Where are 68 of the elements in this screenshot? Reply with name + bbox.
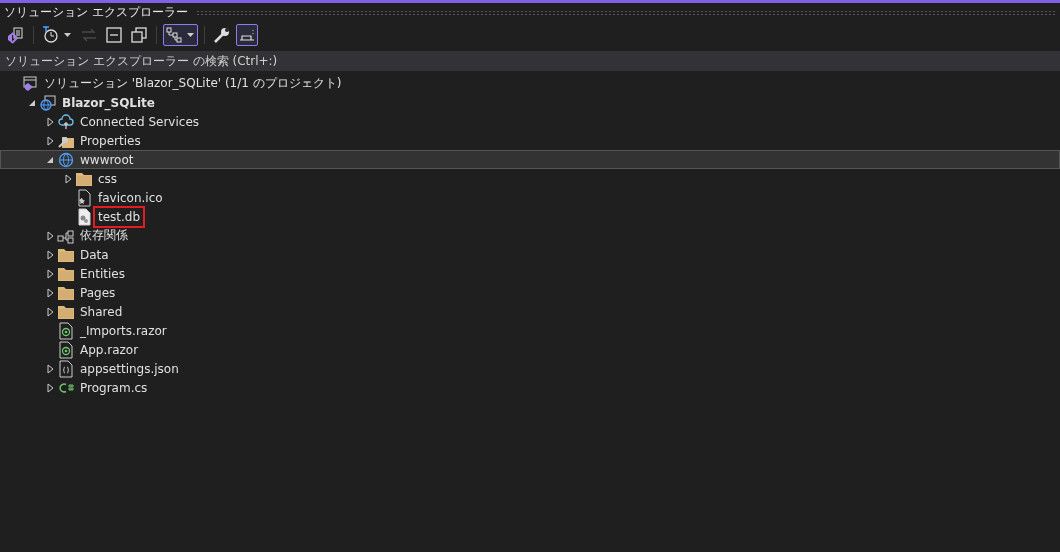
item-label: Connected Services [79, 114, 201, 129]
collapsed-arrow-icon[interactable] [46, 116, 54, 127]
item-label: Pages [79, 285, 117, 300]
item-label: Blazor_SQLite [61, 95, 156, 110]
razor-file-icon [57, 321, 75, 340]
wrench-icon [213, 26, 231, 44]
solution-icon [21, 74, 39, 93]
tree-item[interactable]: Data [0, 245, 1060, 264]
stacked-pages-icon [130, 26, 148, 44]
collapse-all-button[interactable] [103, 24, 125, 46]
expanded-arrow-icon[interactable] [46, 155, 54, 164]
tree-item[interactable]: Properties [0, 131, 1060, 150]
tree-item[interactable]: 依存関係 [0, 226, 1060, 245]
item-label: _Imports.razor [79, 323, 168, 338]
tree-item[interactable]: ソリューション 'Blazor_SQLite' (1/1 のプロジェクト) [0, 74, 1060, 93]
item-label: favicon.ico [97, 190, 164, 205]
item-label: 依存関係 [79, 227, 129, 244]
tree-item[interactable]: css [0, 169, 1060, 188]
tree-item[interactable]: _Imports.razor [0, 321, 1060, 340]
project-globe-icon [39, 93, 57, 112]
clock-icon [42, 26, 60, 44]
item-label: css [97, 171, 119, 186]
tree-item[interactable]: appsettings.json [0, 359, 1060, 378]
cloud-icon [57, 112, 75, 131]
expanded-arrow-icon[interactable] [28, 98, 36, 107]
collapsed-arrow-icon[interactable] [46, 306, 54, 317]
tree-item[interactable]: App.razor [0, 340, 1060, 359]
collapsed-arrow-icon[interactable] [46, 230, 54, 241]
caret-icon [187, 33, 194, 37]
item-label: Data [79, 247, 110, 262]
item-label: Entities [79, 266, 126, 281]
tree-item[interactable]: Shared [0, 302, 1060, 321]
globe-icon [57, 150, 75, 169]
json-file-icon [57, 359, 75, 378]
tree-view-button[interactable] [163, 24, 198, 46]
razor-file-icon [57, 340, 75, 359]
item-label: Program.cs [79, 380, 149, 395]
tree-item[interactable]: Connected Services [0, 112, 1060, 131]
item-label: ソリューション 'Blazor_SQLite' (1/1 のプロジェクト) [43, 75, 343, 92]
search-field[interactable]: ソリューション エクスプローラー の検索 (Ctrl+:) [0, 51, 1060, 71]
tree-item[interactable]: test.db [0, 207, 1060, 226]
caret-icon [64, 33, 71, 37]
item-label: appsettings.json [79, 361, 180, 376]
preview-pane-button[interactable] [236, 24, 258, 46]
tree-view-icon [165, 26, 183, 44]
collapsed-arrow-icon[interactable] [46, 382, 54, 393]
stacked-pages-button[interactable] [128, 24, 150, 46]
tree-item[interactable]: Program.cs [0, 378, 1060, 397]
collapsed-arrow-icon[interactable] [46, 287, 54, 298]
database-file-icon [75, 207, 93, 226]
collapsed-arrow-icon[interactable] [46, 268, 54, 279]
tree-item[interactable]: Entities [0, 264, 1060, 283]
tree-item[interactable]: Pages [0, 283, 1060, 302]
item-label: Properties [79, 133, 142, 148]
collapsed-arrow-icon[interactable] [46, 363, 54, 374]
collapsed-arrow-icon[interactable] [46, 249, 54, 260]
panel-title: ソリューション エクスプローラー [4, 4, 188, 21]
sync-arrows-icon [80, 26, 98, 44]
image-file-icon [75, 188, 93, 207]
item-label: Shared [79, 304, 124, 319]
item-label: wwwroot [79, 152, 135, 167]
collapsed-arrow-icon[interactable] [64, 173, 72, 184]
tree-item[interactable]: wwwroot [0, 150, 1060, 169]
collapsed-arrow-icon[interactable] [46, 135, 54, 146]
item-label: App.razor [79, 342, 140, 357]
collapse-all-icon [105, 26, 123, 44]
tree-item[interactable]: Blazor_SQLite [0, 93, 1060, 112]
tree-item[interactable]: favicon.ico [0, 188, 1060, 207]
